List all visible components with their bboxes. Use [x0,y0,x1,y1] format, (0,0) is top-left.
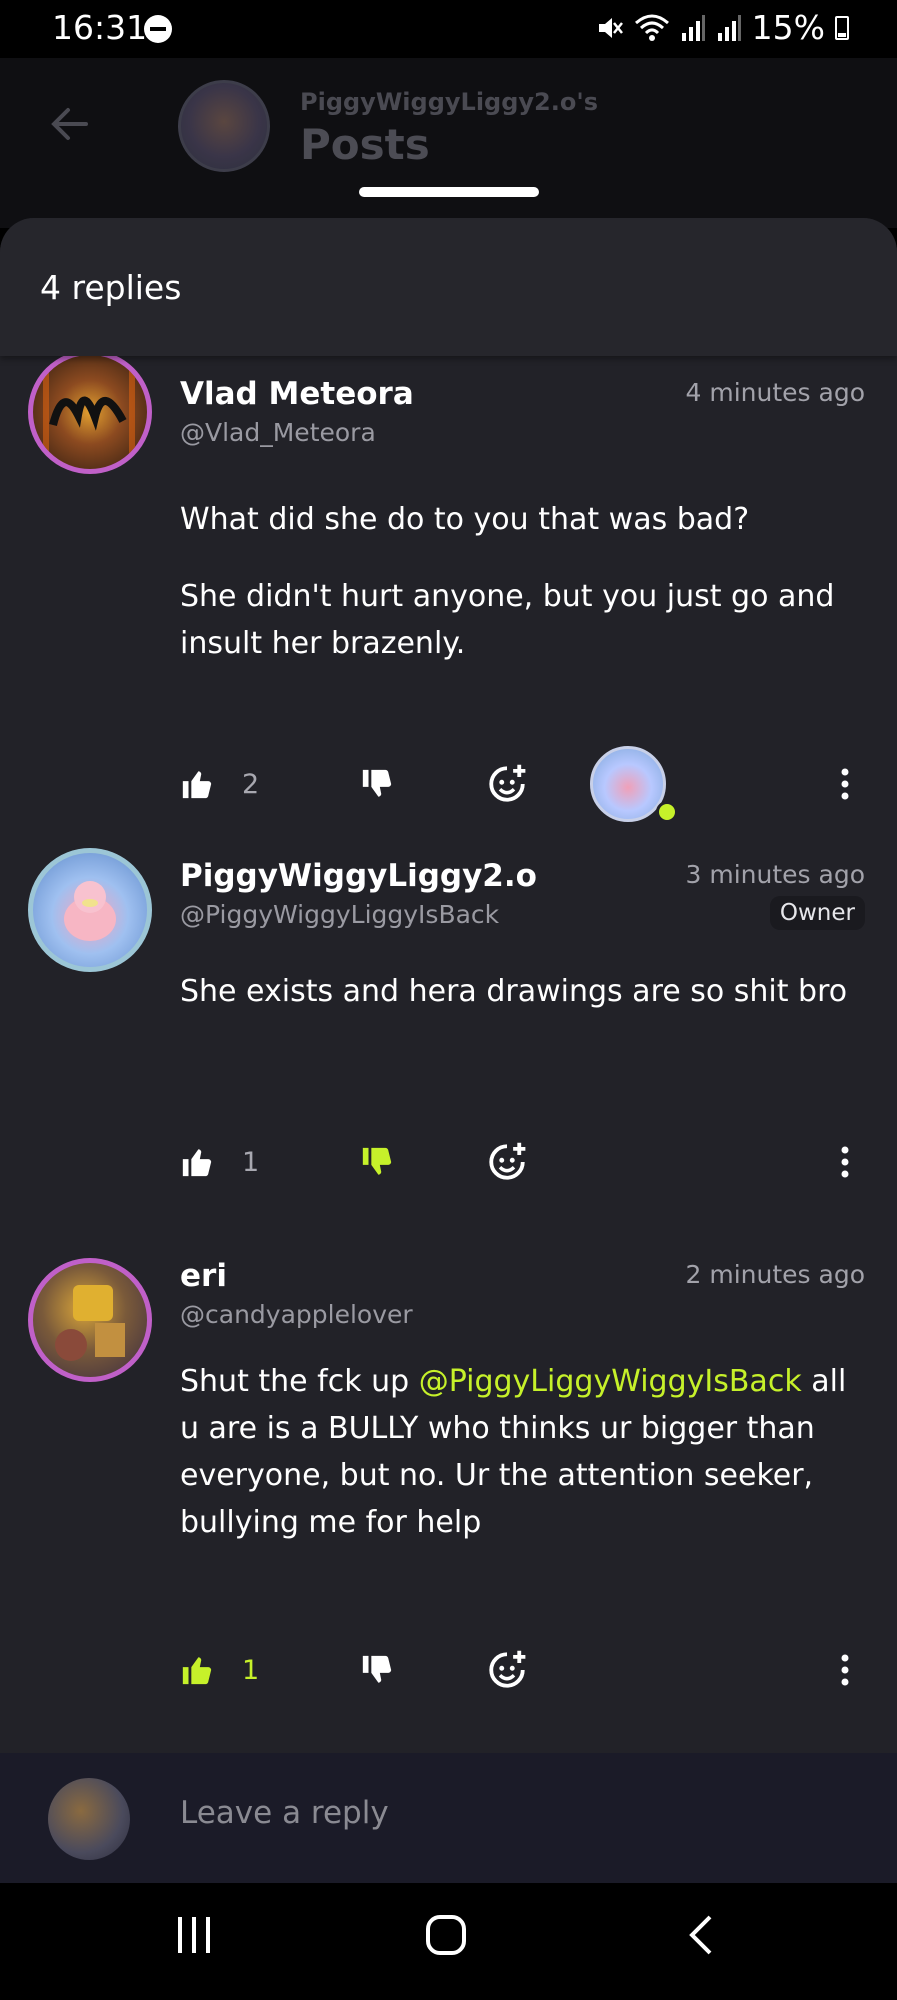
comment-time: 4 minutes ago [685,378,865,407]
avatar[interactable] [28,350,152,474]
comment-actions: 1 [180,1635,870,1705]
reaction-avatar[interactable] [590,746,678,823]
more-vertical-icon [841,1146,849,1178]
recent-apps-icon[interactable] [172,1913,216,1957]
thumbs-up-icon [182,1657,212,1685]
comment-handle[interactable]: @candyapplelover [180,1300,413,1329]
sheet-drag-handle[interactable] [359,187,539,197]
status-time: 16:31 [52,8,148,47]
add-reaction-icon [489,1142,526,1180]
comment-text: What did she do to you that was bad? She… [180,496,860,697]
mute-icon [598,17,623,38]
add-reaction-icon [489,764,526,802]
signal-icon [681,14,705,41]
like-button[interactable]: 1 [180,1127,259,1197]
heart-reaction-icon [656,801,678,823]
more-options-button[interactable] [840,749,850,819]
comment-item: eri @candyapplelover 2 minutes ago Shut … [0,1258,897,1738]
home-icon[interactable] [424,1913,468,1957]
more-vertical-icon [841,768,849,800]
more-options-button[interactable] [840,1635,850,1705]
comment-paragraph: She didn't hurt anyone, but you just go … [180,579,835,661]
dislike-button[interactable] [360,1635,394,1705]
battery-percent: 15% [751,8,825,47]
reply-bar: Leave a reply [0,1753,897,1883]
comment-text: She exists and hera drawings are so shit… [180,974,848,1009]
comment-paragraph: What did she do to you that was bad? [180,502,750,537]
like-count: 1 [242,1654,260,1686]
system-nav-bar [0,1883,897,2000]
add-reaction-button[interactable] [486,749,528,819]
status-bar: 16:31 15% [0,0,897,58]
thumbs-up-icon [182,1149,212,1177]
replies-sheet: 4 replies Vlad Meteora @Vlad_Meteora 4 m… [0,218,897,1883]
comment-text: Shut the fck up @PiggyLiggyWiggyIsBack a… [180,1358,860,1546]
thumbs-up-icon [182,771,212,799]
more-options-button[interactable] [840,1127,850,1197]
reply-input[interactable]: Leave a reply [180,1795,389,1831]
like-count: 1 [242,1146,260,1178]
mention-link[interactable]: @PiggyLiggyWiggyIsBack [419,1364,802,1399]
avatar-art-icon [55,1285,125,1361]
add-reaction-button[interactable] [486,1635,528,1705]
comment-item: Vlad Meteora @Vlad_Meteora 4 minutes ago… [0,350,897,826]
page-header: PiggyWiggyLiggy2.o's Posts [0,58,897,228]
dislike-button[interactable] [360,1127,394,1197]
avatar-art-icon [43,360,135,464]
thumbs-down-icon [362,1147,392,1175]
back-arrow-icon[interactable] [46,100,94,148]
comment-actions: 1 [180,1127,870,1197]
signal-icon [717,14,741,41]
current-user-avatar [48,1778,130,1860]
replies-count: 4 replies [40,268,182,307]
header-title: Posts [300,120,430,169]
comment-time: 2 minutes ago [685,1260,865,1289]
wifi-icon [634,14,669,41]
avatar[interactable] [28,1258,152,1382]
dnd-icon [144,15,172,43]
like-count: 2 [242,768,260,800]
avatar-art-icon [64,881,116,941]
header-avatar[interactable] [178,80,270,172]
sheet-header: 4 replies [0,218,897,356]
comment-author[interactable]: PiggyWiggyLiggy2.o [180,858,537,894]
like-button[interactable]: 2 [180,749,259,819]
comment-actions: 2 [180,746,870,823]
thumbs-down-icon [362,1655,392,1683]
dislike-button[interactable] [360,749,394,819]
comment-item: PiggyWiggyLiggy2.o @PiggyWiggyLiggyIsBac… [0,838,897,1218]
thumbs-down-icon [362,769,392,797]
like-button[interactable]: 1 [180,1635,259,1705]
battery-icon [835,15,849,40]
back-icon[interactable] [680,1913,724,1957]
comment-author[interactable]: eri [180,1258,227,1294]
comment-author[interactable]: Vlad Meteora [180,376,414,412]
comment-time: 3 minutes ago [685,860,865,889]
header-subtitle: PiggyWiggyLiggy2.o's [300,88,598,116]
owner-badge: Owner [769,896,865,930]
comment-handle[interactable]: @Vlad_Meteora [180,418,376,447]
avatar[interactable] [28,848,152,972]
comment-text-start: Shut the fck up [180,1364,419,1399]
status-icons: 15% [596,8,849,47]
add-reaction-icon [489,1650,526,1688]
add-reaction-button[interactable] [486,1127,528,1197]
comment-handle[interactable]: @PiggyWiggyLiggyIsBack [180,900,499,929]
more-vertical-icon [841,1654,849,1686]
